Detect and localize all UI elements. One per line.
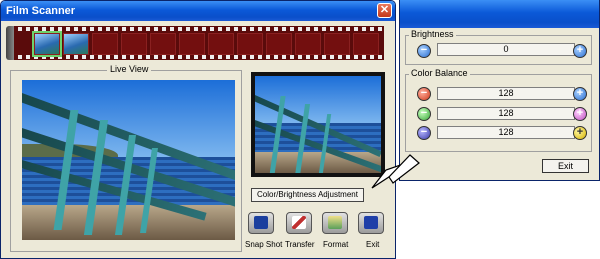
callout-arrow-icon xyxy=(371,154,420,189)
